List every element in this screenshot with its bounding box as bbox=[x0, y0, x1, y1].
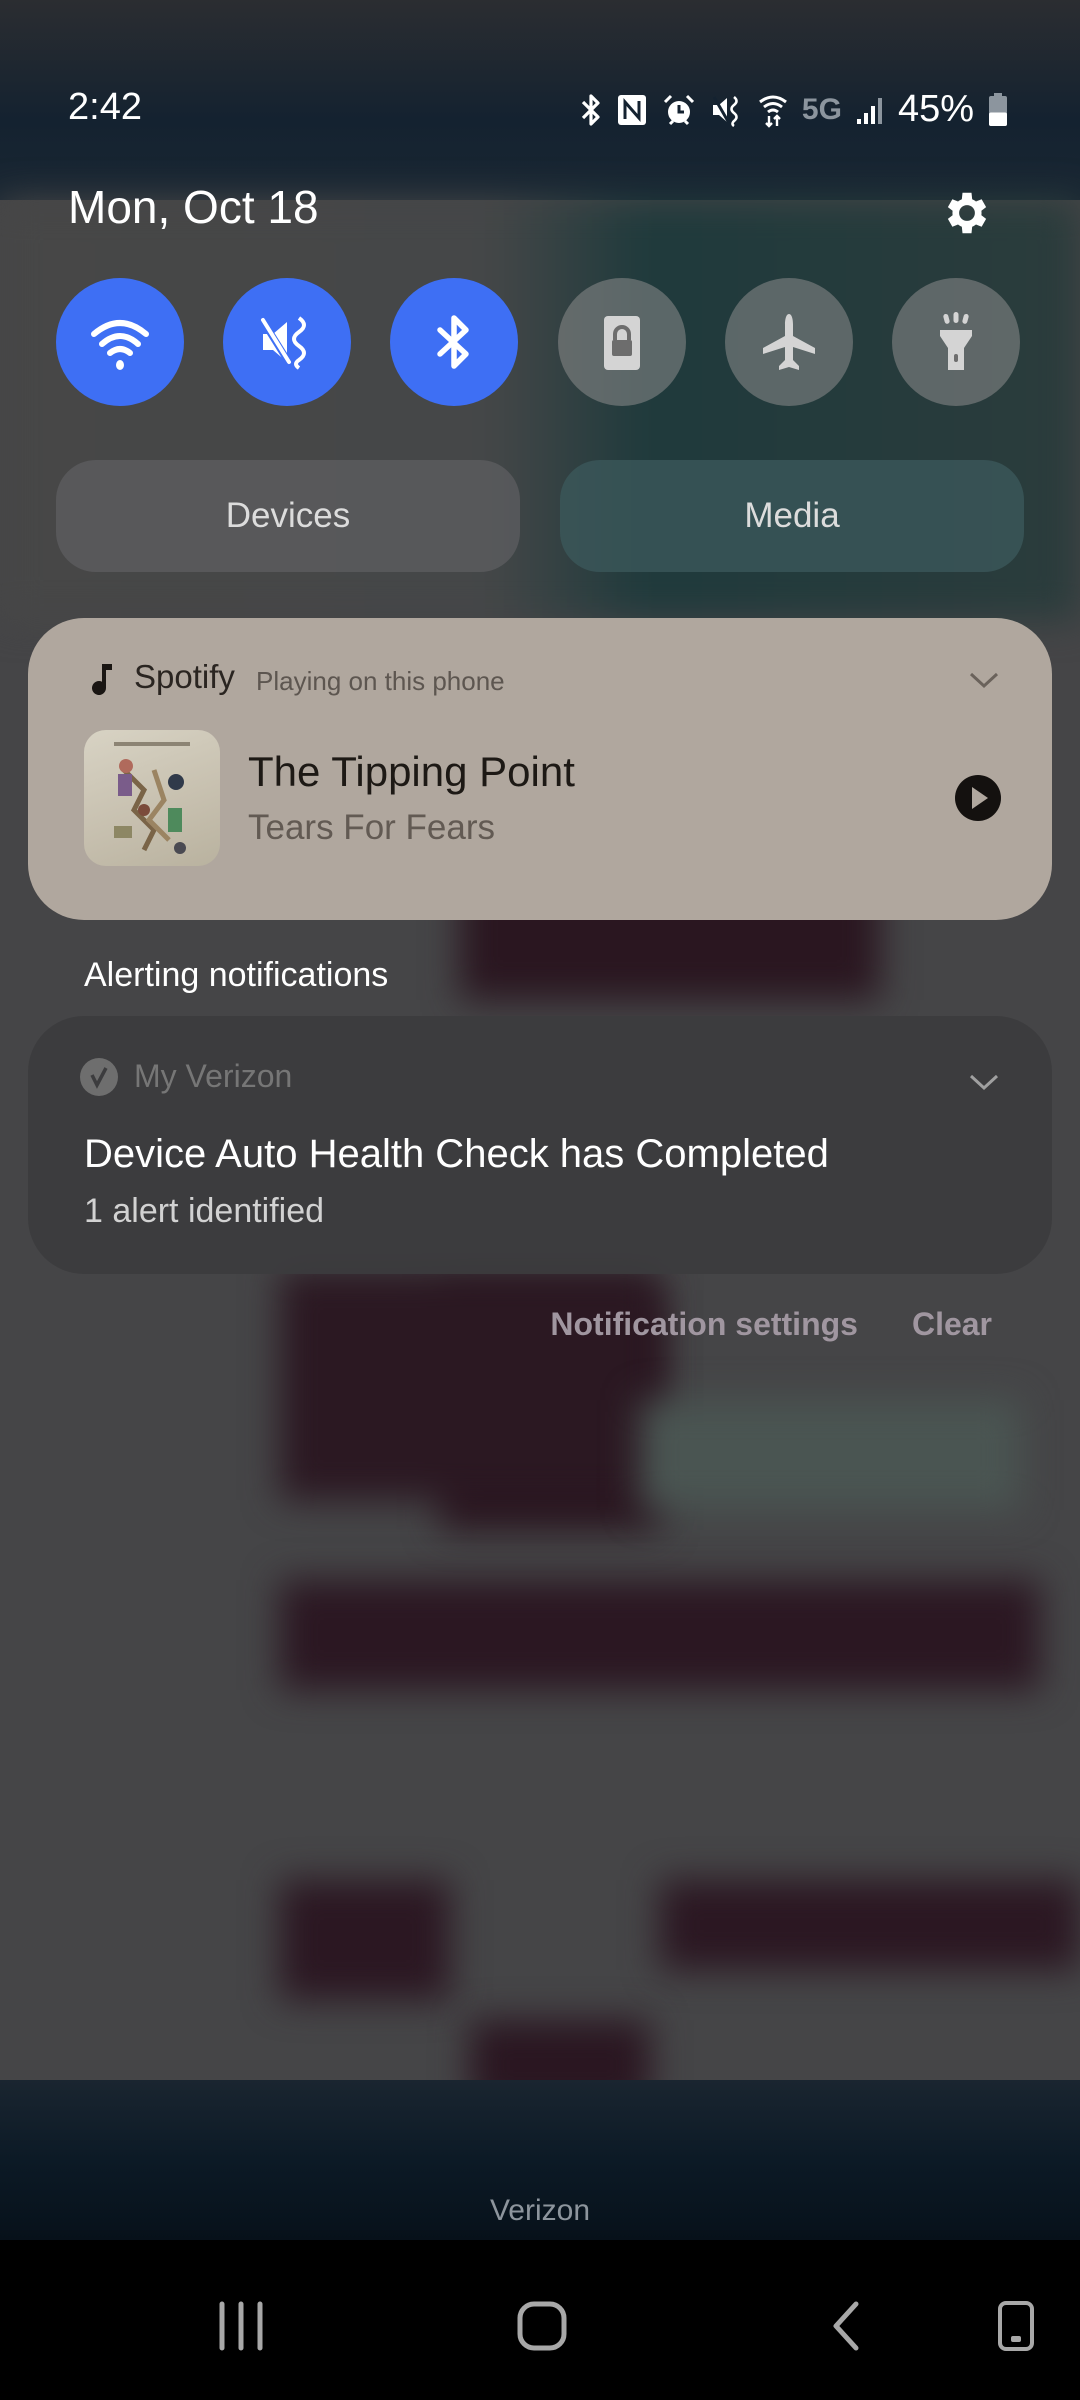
notification-title: Device Auto Health Check has Completed bbox=[84, 1132, 829, 1176]
vibrate-icon bbox=[710, 93, 744, 127]
bluetooth-icon bbox=[437, 315, 470, 369]
status-clock: 2:42 bbox=[68, 86, 142, 128]
vibrate-icon bbox=[258, 316, 307, 370]
notification-text: 1 alert identified bbox=[84, 1192, 325, 1230]
battery-percent: 45% bbox=[897, 88, 974, 130]
keyboard-switch-button[interactable] bbox=[996, 2300, 1036, 2357]
wifi-data-icon bbox=[758, 92, 788, 128]
track-title: The Tipping Point bbox=[248, 748, 575, 795]
alarm-icon bbox=[662, 93, 696, 127]
back-icon bbox=[833, 2301, 859, 2351]
clear-button[interactable]: Clear bbox=[912, 1306, 992, 1343]
notification-card[interactable]: My Verizon Device Auto Health Check has … bbox=[28, 1016, 1052, 1274]
phone-icon bbox=[998, 2301, 1034, 2351]
bluetooth-icon bbox=[580, 93, 602, 127]
airplane-icon bbox=[762, 314, 815, 370]
music-note-icon bbox=[90, 662, 116, 701]
toggle-wifi[interactable] bbox=[56, 278, 184, 406]
play-icon bbox=[955, 775, 1001, 821]
system-icons: 5G 45% bbox=[580, 88, 1008, 131]
carrier-label: Verizon bbox=[489, 2194, 591, 2227]
recents-icon bbox=[219, 2301, 263, 2351]
status-bar: 2:42 5G 45% bbox=[0, 80, 1080, 140]
gear-icon bbox=[947, 192, 987, 234]
media-output-label: Playing on this phone bbox=[256, 666, 505, 696]
toggle-sound-mode[interactable] bbox=[223, 278, 352, 406]
notification-section-label: Alerting notifications bbox=[84, 956, 389, 994]
signal-bars-icon bbox=[856, 95, 884, 125]
media-player-card[interactable]: Spotify Playing on this phone The Tippin… bbox=[28, 618, 1052, 920]
settings-button[interactable] bbox=[940, 186, 994, 240]
back-button[interactable] bbox=[828, 2300, 864, 2357]
recent-apps-button[interactable] bbox=[216, 2300, 266, 2357]
home-button[interactable] bbox=[516, 2300, 568, 2357]
quick-settings-row bbox=[56, 278, 1020, 406]
rotation-lock-icon bbox=[603, 316, 640, 370]
date-label: Mon, Oct 18 bbox=[68, 181, 319, 233]
navigation-bar bbox=[0, 2300, 1080, 2380]
nfc-icon bbox=[616, 93, 648, 127]
toggle-flashlight[interactable] bbox=[891, 278, 1020, 406]
notification-actions: Notification settings Clear bbox=[550, 1306, 992, 1343]
toggle-bluetooth[interactable] bbox=[390, 278, 519, 406]
expand-chevron-icon[interactable] bbox=[968, 1072, 1000, 1097]
toggle-airplane-mode[interactable] bbox=[724, 278, 853, 406]
play-button[interactable] bbox=[954, 774, 1002, 822]
album-art bbox=[84, 730, 220, 866]
device-media-row: Devices Media bbox=[56, 460, 1024, 572]
network-type: 5G bbox=[801, 92, 842, 126]
expand-chevron-icon[interactable] bbox=[968, 670, 1000, 695]
toggle-screen-lock[interactable] bbox=[557, 278, 686, 406]
devices-button[interactable]: Devices bbox=[56, 460, 520, 572]
media-button[interactable]: Media bbox=[560, 460, 1024, 572]
notification-app-name: My Verizon bbox=[134, 1058, 293, 1094]
track-artist: Tears For Fears bbox=[248, 808, 495, 847]
flashlight-icon bbox=[939, 312, 972, 370]
verizon-check-icon bbox=[80, 1058, 118, 1096]
battery-icon bbox=[988, 92, 1008, 127]
media-app-name: Spotify bbox=[134, 658, 235, 695]
notification-settings-button[interactable]: Notification settings bbox=[550, 1306, 858, 1343]
home-icon bbox=[517, 2301, 567, 2351]
wifi-icon bbox=[91, 320, 149, 370]
